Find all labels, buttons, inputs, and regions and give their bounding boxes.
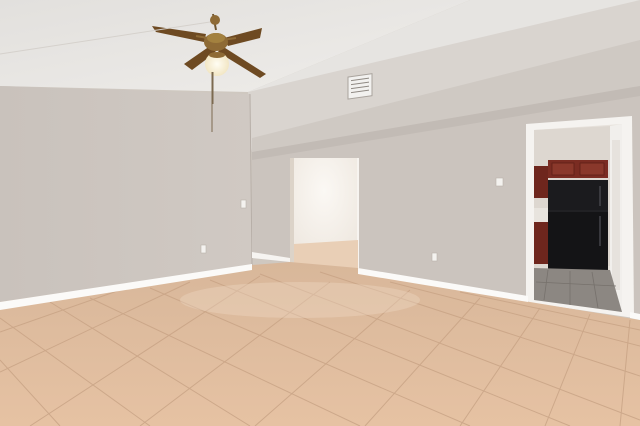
refrigerator [548, 180, 608, 272]
left-wall [0, 86, 253, 302]
air-vent [347, 73, 373, 100]
hallway-doorway [290, 158, 359, 270]
empty-room-photo [0, 0, 640, 426]
kitchen-doorway [526, 116, 634, 318]
